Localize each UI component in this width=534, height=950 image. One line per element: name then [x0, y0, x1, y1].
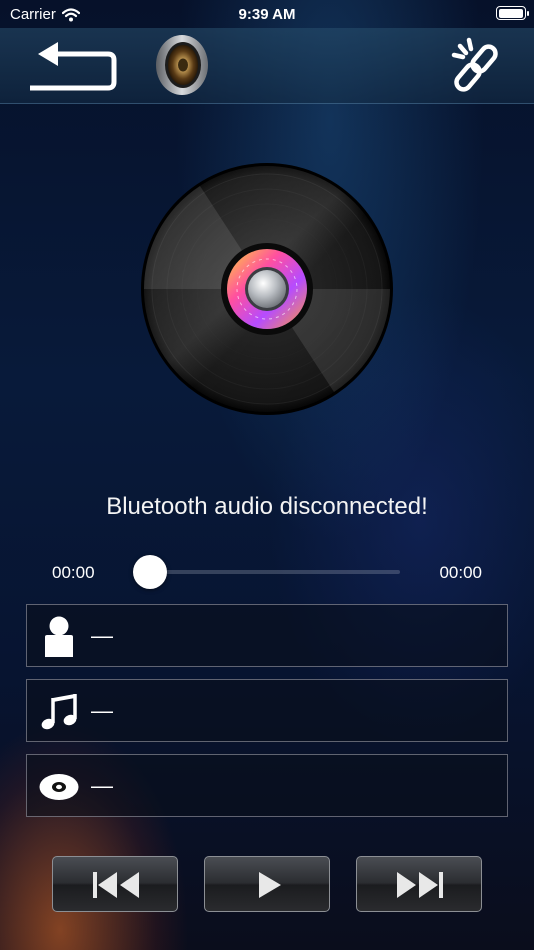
progress-track[interactable] — [150, 570, 400, 574]
artist-icon — [45, 616, 73, 657]
previous-track-icon — [93, 872, 139, 898]
next-track-button[interactable] — [356, 856, 482, 912]
link-button[interactable] — [448, 36, 510, 98]
vinyl-record-image — [140, 162, 394, 416]
progress-slider-thumb[interactable] — [133, 555, 167, 589]
play-button[interactable] — [204, 856, 330, 912]
speaker-icon — [154, 34, 210, 96]
connection-status-message: Bluetooth audio disconnected! — [106, 493, 428, 520]
status-bar: Carrier 9:39 AM — [0, 0, 534, 28]
return-arrow-icon — [30, 42, 117, 91]
song-title-value: — — [91, 698, 113, 723]
battery-icon — [496, 6, 529, 20]
album-value: — — [91, 773, 113, 798]
music-note-icon — [41, 694, 77, 730]
broken-link-icon — [451, 37, 498, 92]
back-button[interactable] — [24, 40, 120, 94]
clock: 9:39 AM — [238, 6, 296, 23]
disc-icon — [39, 774, 79, 800]
top-toolbar — [0, 28, 534, 104]
play-icon — [259, 872, 281, 898]
next-track-icon — [397, 872, 443, 898]
battery-fill — [498, 8, 523, 18]
song-title-row: — — [26, 679, 508, 742]
artist-row: — — [26, 604, 508, 667]
elapsed-time: 00:00 — [52, 563, 95, 582]
artist-value: — — [91, 623, 113, 648]
total-time: 00:00 — [439, 563, 482, 582]
progress-row: 00:00 00:00 — [0, 555, 534, 589]
previous-track-button[interactable] — [52, 856, 178, 912]
album-row: — — [26, 754, 508, 817]
